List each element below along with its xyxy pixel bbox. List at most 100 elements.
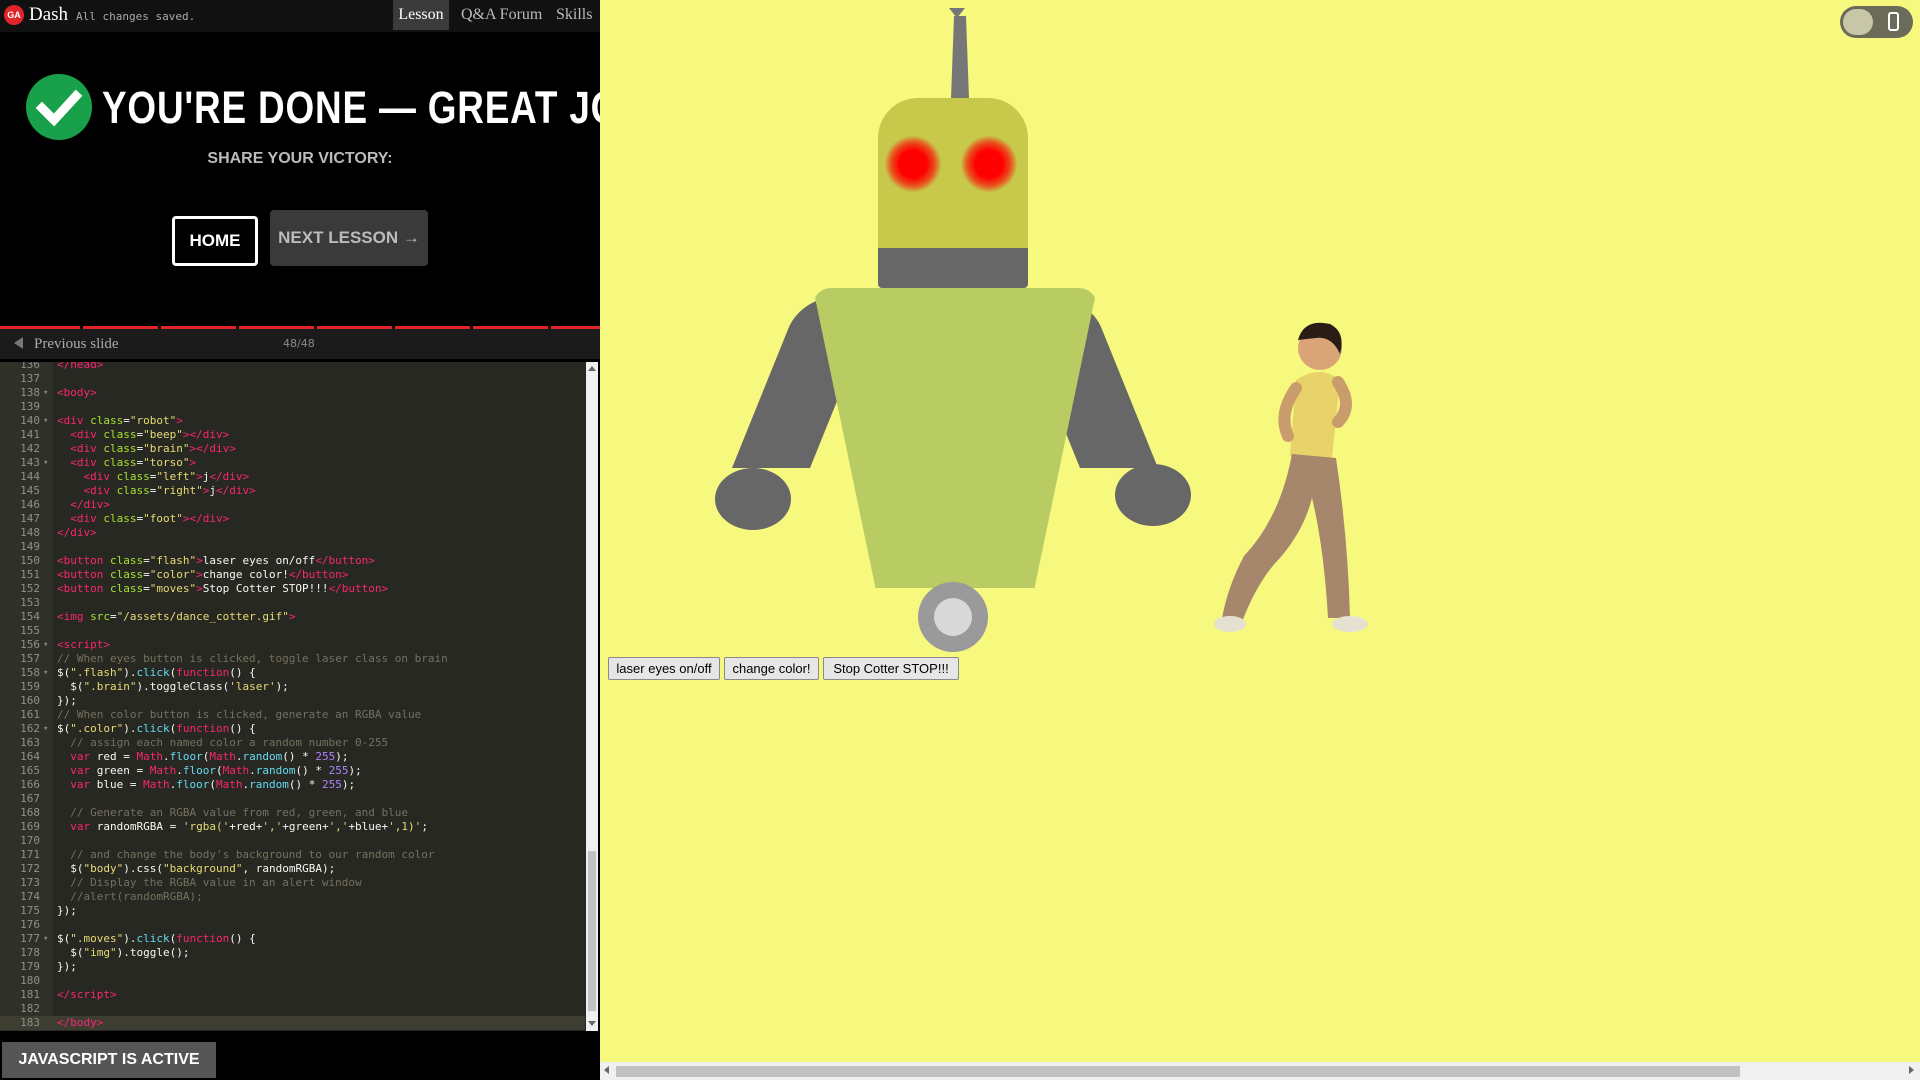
fold-arrow-icon[interactable]: ▾ xyxy=(43,722,48,736)
code-line[interactable]: 164 var red = Math.floor(Math.random() *… xyxy=(0,750,585,764)
fold-arrow-icon[interactable]: ▾ xyxy=(43,932,48,946)
code-line[interactable]: 148 </div> xyxy=(0,526,585,540)
code-line[interactable]: 172 $("body").css("background", randomRG… xyxy=(0,862,585,876)
code-text[interactable]: var red = Math.floor(Math.random() * 255… xyxy=(57,750,348,764)
code-line[interactable]: 176 xyxy=(0,918,585,932)
code-line[interactable]: 137 xyxy=(0,372,585,386)
code-line[interactable]: 165 var green = Math.floor(Math.random()… xyxy=(0,764,585,778)
scroll-left-icon[interactable] xyxy=(604,1066,609,1074)
code-line[interactable]: 151 <button class="color">change color!</… xyxy=(0,568,585,582)
code-text[interactable]: // When eyes button is clicked, toggle l… xyxy=(57,652,448,666)
code-line[interactable]: 161 // When color button is clicked, gene… xyxy=(0,708,585,722)
code-line[interactable]: 163 // assign each named color a random … xyxy=(0,736,585,750)
code-editor[interactable]: 136 </head> 137 138 ▾ <body> 139 140 ▾ <div class… xyxy=(0,362,598,1031)
code-text[interactable]: <button class="flash">laser eyes on/off<… xyxy=(57,554,375,568)
code-line[interactable]: 155 xyxy=(0,624,585,638)
code-text[interactable]: $(".moves").click(function() { xyxy=(57,932,256,946)
code-text[interactable]: <body> xyxy=(57,386,97,400)
code-text[interactable]: // assign each named color a random numb… xyxy=(57,736,388,750)
code-line[interactable]: 169 var randomRGBA = 'rgba('+red+','+gre… xyxy=(0,820,585,834)
preview-horizontal-scrollbar[interactable] xyxy=(600,1062,1920,1080)
code-line[interactable]: 180 xyxy=(0,974,585,988)
app-title[interactable]: Dash xyxy=(29,4,68,26)
scroll-up-icon[interactable] xyxy=(588,366,596,371)
code-text[interactable]: <img src="/assets/dance_cotter.gif"> xyxy=(57,610,295,624)
code-text[interactable]: <div class="robot"> xyxy=(57,414,183,428)
tab-qa-forum[interactable]: Q&A Forum xyxy=(461,0,542,30)
code-text[interactable]: <button class="color">change color!</but… xyxy=(57,568,348,582)
code-line[interactable]: 139 xyxy=(0,400,585,414)
code-line[interactable]: 154 <img src="/assets/dance_cotter.gif"> xyxy=(0,610,585,624)
editor-scrollbar[interactable] xyxy=(586,362,598,1031)
home-button[interactable]: HOME xyxy=(172,216,258,266)
code-line[interactable]: 181 </script> xyxy=(0,988,585,1002)
code-text[interactable]: <div class="brain"></div> xyxy=(57,442,236,456)
code-text[interactable]: <script> xyxy=(57,638,110,652)
code-text[interactable]: </div> xyxy=(57,526,97,540)
code-text[interactable]: }); xyxy=(57,904,77,918)
code-text[interactable]: <button class="moves">Stop Cotter STOP!!… xyxy=(57,582,388,596)
code-line[interactable]: 177 ▾ $(".moves").click(function() { xyxy=(0,932,585,946)
change-color-button[interactable]: change color! xyxy=(724,657,819,680)
fold-arrow-icon[interactable]: ▾ xyxy=(43,666,48,680)
code-line[interactable]: 153 xyxy=(0,596,585,610)
fold-arrow-icon[interactable]: ▾ xyxy=(43,386,48,400)
code-text[interactable]: $(".color").click(function() { xyxy=(57,722,256,736)
code-line[interactable]: 158 ▾ $(".flash").click(function() { xyxy=(0,666,585,680)
code-text[interactable]: $(".brain").toggleClass('laser'); xyxy=(57,680,289,694)
tab-skills[interactable]: Skills xyxy=(556,0,592,30)
code-text[interactable]: </script> xyxy=(57,988,117,1002)
scroll-down-icon[interactable] xyxy=(588,1021,596,1026)
code-line[interactable]: 136 </head> xyxy=(0,362,585,372)
code-line[interactable]: 179}); xyxy=(0,960,585,974)
code-text[interactable]: var blue = Math.floor(Math.random() * 25… xyxy=(57,778,355,792)
code-line[interactable]: 182 xyxy=(0,1002,585,1016)
code-line[interactable]: 178 $("img").toggle(); xyxy=(0,946,585,960)
code-line[interactable]: 175}); xyxy=(0,904,585,918)
preview-scroll-thumb[interactable] xyxy=(616,1066,1740,1077)
code-line[interactable]: 168 // Generate an RGBA value from red, … xyxy=(0,806,585,820)
code-line[interactable]: 183 </body> xyxy=(0,1016,585,1030)
code-line[interactable]: 141 <div class="beep"></div> xyxy=(0,428,585,442)
ga-logo[interactable]: GA xyxy=(4,5,24,25)
code-line[interactable]: 142 <div class="brain"></div> xyxy=(0,442,585,456)
code-line[interactable]: 159 $(".brain").toggleClass('laser'); xyxy=(0,680,585,694)
code-line[interactable]: 146 </div> xyxy=(0,498,585,512)
fold-arrow-icon[interactable]: ▾ xyxy=(43,414,48,428)
code-line[interactable]: 167 xyxy=(0,792,585,806)
code-text[interactable]: </body> xyxy=(57,1016,103,1030)
code-line[interactable]: 162 ▾ $(".color").click(function() { xyxy=(0,722,585,736)
code-line[interactable]: 149 xyxy=(0,540,585,554)
tab-lesson[interactable]: Lesson xyxy=(393,0,449,30)
code-text[interactable]: // and change the body's background to o… xyxy=(57,848,434,862)
code-line[interactable]: 138 ▾ <body> xyxy=(0,386,585,400)
editor-scroll-thumb[interactable] xyxy=(588,851,596,1011)
code-text[interactable]: var green = Math.floor(Math.random() * 2… xyxy=(57,764,361,778)
code-text[interactable]: <div class="left">j</div> xyxy=(57,470,250,484)
code-line[interactable]: 140 ▾ <div class="robot"> xyxy=(0,414,585,428)
previous-slide-link[interactable]: Previous slide xyxy=(34,336,119,353)
code-line[interactable]: 152 <button class="moves">Stop Cotter STO… xyxy=(0,582,585,596)
code-text[interactable]: // When color button is clicked, generat… xyxy=(57,708,421,722)
code-line[interactable]: 166 var blue = Math.floor(Math.random() … xyxy=(0,778,585,792)
code-line[interactable]: 160}); xyxy=(0,694,585,708)
fold-arrow-icon[interactable]: ▾ xyxy=(43,638,48,652)
code-text[interactable]: </div> xyxy=(57,498,110,512)
next-lesson-button[interactable]: NEXT LESSON → xyxy=(270,210,428,266)
code-line[interactable]: 145 <div class="right">j</div> xyxy=(0,484,585,498)
device-view-toggle[interactable] xyxy=(1840,6,1913,38)
code-text[interactable]: </head> xyxy=(57,362,103,372)
code-line[interactable]: 147 <div class="foot"></div> xyxy=(0,512,585,526)
code-text[interactable]: $("img").toggle(); xyxy=(57,946,189,960)
code-text[interactable]: // Display the RGBA value in an alert wi… xyxy=(57,876,361,890)
code-text[interactable]: }); xyxy=(57,694,77,708)
code-text[interactable]: }); xyxy=(57,960,77,974)
code-line[interactable]: 171 // and change the body's background … xyxy=(0,848,585,862)
code-line[interactable]: 174 //alert(randomRGBA); xyxy=(0,890,585,904)
code-text[interactable]: <div class="foot"></div> xyxy=(57,512,229,526)
code-line[interactable]: 143 ▾ <div class="torso"> xyxy=(0,456,585,470)
code-text[interactable]: <div class="beep"></div> xyxy=(57,428,229,442)
code-line[interactable]: 144 <div class="left">j</div> xyxy=(0,470,585,484)
code-text[interactable]: $("body").css("background", randomRGBA); xyxy=(57,862,335,876)
code-text[interactable]: <div class="torso"> xyxy=(57,456,196,470)
